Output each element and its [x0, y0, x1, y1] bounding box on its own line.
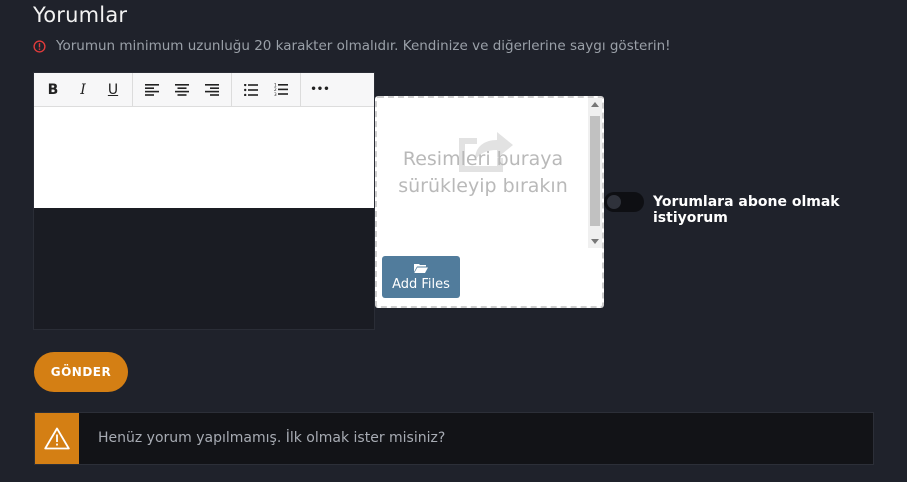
add-files-label: Add Files — [392, 276, 450, 292]
comment-editor: B I U 1 2 3 ••• — [33, 72, 375, 330]
text-style-group: B I U — [34, 73, 133, 106]
align-right-button[interactable] — [197, 77, 227, 103]
italic-button[interactable]: I — [68, 77, 98, 103]
align-right-icon — [205, 83, 219, 96]
folder-open-icon — [414, 263, 428, 273]
comment-length-notice: Yorumun minimum uzunluğu 20 karakter olm… — [33, 38, 671, 54]
toggle-knob — [607, 195, 621, 209]
image-dropzone[interactable]: Resimleri buraya sürükleyip bırakın Add … — [375, 96, 604, 308]
underline-button[interactable]: U — [98, 77, 128, 103]
no-comments-alert: Henüz yorum yapılmamış. İlk olmak ister … — [34, 412, 874, 465]
dropzone-scrollbar[interactable] — [588, 98, 602, 248]
submit-button[interactable]: GÖNDER — [34, 352, 128, 392]
comment-text-area[interactable] — [34, 107, 374, 208]
bold-button[interactable]: B — [38, 77, 68, 103]
editor-toolbar: B I U 1 2 3 ••• — [34, 73, 374, 107]
notice-text: Yorumun minimum uzunluğu 20 karakter olm… — [56, 38, 671, 54]
align-center-icon — [175, 83, 189, 96]
more-options-button[interactable]: ••• — [305, 77, 335, 103]
add-files-button[interactable]: Add Files — [382, 256, 460, 298]
numbered-list-button[interactable]: 1 2 3 — [266, 77, 296, 103]
subscribe-label[interactable]: Yorumlara abone olmak istiyorum — [653, 194, 907, 226]
no-comments-text: Henüz yorum yapılmamış. İlk olmak ister … — [98, 430, 446, 446]
scroll-up-arrow-icon[interactable] — [591, 102, 599, 107]
scroll-down-arrow-icon[interactable] — [591, 239, 599, 244]
list-group: 1 2 3 — [232, 73, 301, 106]
svg-text:3: 3 — [274, 92, 277, 96]
bullet-list-icon — [244, 83, 258, 96]
subscribe-toggle[interactable] — [604, 192, 644, 212]
bullet-list-button[interactable] — [236, 77, 266, 103]
more-group: ••• — [301, 73, 339, 106]
align-left-button[interactable] — [137, 77, 167, 103]
warning-triangle-icon — [44, 427, 70, 450]
align-center-button[interactable] — [167, 77, 197, 103]
scrollbar-thumb[interactable] — [590, 116, 600, 226]
page-title: Yorumlar — [33, 3, 128, 27]
alert-icon-box — [35, 413, 79, 464]
dropzone-hint: Resimleri buraya sürükleyip bırakın — [398, 148, 568, 197]
alignment-group — [133, 73, 232, 106]
numbered-list-icon: 1 2 3 — [274, 83, 288, 96]
align-left-icon — [145, 83, 159, 96]
exclamation-circle-icon — [33, 39, 46, 53]
